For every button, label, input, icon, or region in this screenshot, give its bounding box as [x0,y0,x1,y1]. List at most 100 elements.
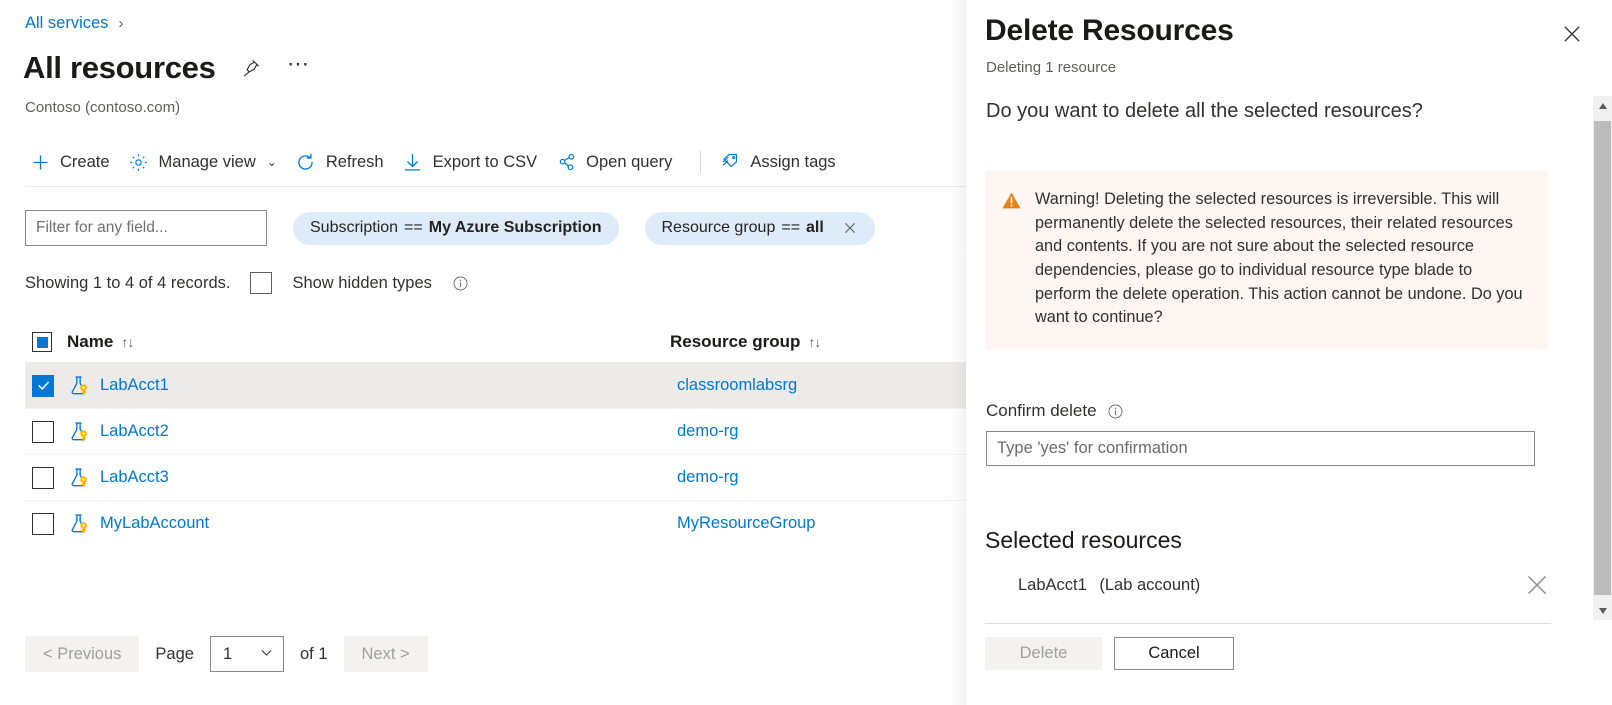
toolbar-divider-line [25,186,966,187]
toolbar-manage-view-button[interactable]: Manage view ⌄ [124,145,291,179]
info-icon[interactable] [1107,402,1125,420]
page-title: All resources [23,50,216,86]
command-toolbar: Create Manage view ⌄ Refres [25,140,850,184]
gear-icon [128,151,150,173]
toolbar-divider [700,151,701,173]
toolbar-refresh-label: Refresh [326,153,384,172]
select-all-checkbox[interactable] [32,332,52,352]
close-icon[interactable] [842,220,858,236]
table-row[interactable]: LabAcct3 demo-rg [25,454,966,500]
filter-pill-subscription[interactable]: Subscription == My Azure Subscription [293,212,619,245]
column-header-name[interactable]: Name ↑↓ [67,332,670,352]
delete-button[interactable]: Delete [985,637,1102,670]
filter-pill-subscription-field: Subscription [310,219,398,237]
column-header-name-label: Name [67,332,113,352]
resource-name-link[interactable]: LabAcct1 [100,376,169,395]
table-row[interactable]: LabAcct1 classroomlabsrg [25,362,966,408]
cell-name: LabAcct2 [67,420,677,443]
toolbar-assign-tags-label: Assign tags [750,153,835,172]
confirm-delete-input-wrap [986,431,987,466]
share-query-icon [555,151,577,173]
next-page-button[interactable]: Next > [344,636,428,672]
toolbar-export-csv-label: Export to CSV [433,153,538,172]
cell-name: MyLabAccount [67,512,677,535]
cell-name: LabAcct3 [67,466,677,489]
panel-footer-divider [985,623,1551,624]
column-header-resource-group[interactable]: Resource group ↑↓ [670,332,820,352]
resource-group-link[interactable]: demo-rg [677,422,738,441]
close-icon[interactable] [1558,20,1586,48]
resource-group-link[interactable]: MyResourceGroup [677,514,815,533]
filter-pill-resource-group-op: == [781,219,800,237]
filter-pill-resource-group-value: all [806,219,824,237]
resource-name-link[interactable]: LabAcct2 [100,422,169,441]
pin-icon[interactable] [238,55,264,81]
selected-resource-name: LabAcct1 (Lab account) [1018,576,1200,595]
table-row[interactable]: LabAcct2 demo-rg [25,408,966,454]
resource-name-link[interactable]: LabAcct3 [100,468,169,487]
panel-question: Do you want to delete all the selected r… [986,100,1423,123]
panel-subtitle: Deleting 1 resource [986,59,1116,76]
toolbar-assign-tags-button[interactable]: Assign tags [715,145,849,179]
more-options-icon[interactable]: ⋯ [286,55,312,81]
info-icon[interactable] [452,274,470,292]
panel-actions: Delete Cancel [985,637,1234,670]
toolbar-open-query-label: Open query [586,153,672,172]
toolbar-create-label: Create [60,153,110,172]
lab-account-icon [67,512,90,535]
resource-group-link[interactable]: demo-rg [677,468,738,487]
breadcrumb-all-services[interactable]: All services [25,14,108,33]
page-number-select[interactable]: 1 [210,636,284,672]
lab-account-icon [67,466,90,489]
records-summary: Showing 1 to 4 of 4 records. [25,274,230,293]
chevron-down-icon [259,645,274,663]
scroll-down-icon[interactable] [1593,601,1612,620]
remove-resource-icon[interactable] [1523,571,1551,599]
confirm-delete-input[interactable] [986,431,1535,466]
resource-group-link[interactable]: classroomlabsrg [677,376,797,395]
page-title-row: All resources ⋯ [23,50,312,86]
toolbar-create-button[interactable]: Create [25,145,124,179]
warning-icon [1001,190,1022,211]
pagination: < Previous Page 1 of 1 Next > [25,636,428,672]
search-input[interactable] [25,210,267,246]
selected-resource-item: LabAcct1 (Lab account) [985,571,1551,599]
panel-scrollbar[interactable] [1593,96,1612,620]
sort-icon: ↑↓ [808,334,820,350]
scrollbar-thumb[interactable] [1594,121,1611,595]
column-header-resource-group-label: Resource group [670,332,800,352]
resource-name-link[interactable]: MyLabAccount [100,514,209,533]
breadcrumb: All services › [25,14,123,33]
cell-name: LabAcct1 [67,374,677,397]
toolbar-open-query-button[interactable]: Open query [551,145,686,179]
scroll-up-icon[interactable] [1593,96,1612,115]
row-checkbox[interactable] [32,513,54,535]
previous-page-button[interactable]: < Previous [25,636,139,672]
filter-row: Subscription == My Azure Subscription Re… [25,210,875,246]
page-total-label: of 1 [300,645,328,664]
filter-pill-subscription-value: My Azure Subscription [429,219,602,237]
row-checkbox[interactable] [32,421,54,443]
row-checkbox[interactable] [32,467,54,489]
selected-resources-title: Selected resources [985,527,1182,554]
confirm-delete-label-row: Confirm delete [986,401,1125,421]
plus-icon [29,151,51,173]
resources-table: Name ↑↓ Resource group ↑↓ LabAcct1 [25,322,966,546]
toolbar-export-csv-button[interactable]: Export to CSV [398,145,552,179]
download-icon [402,151,424,173]
lab-account-icon [67,374,90,397]
page-subtitle: Contoso (contoso.com) [25,99,180,116]
selected-resource-name-text: LabAcct1 [1018,576,1087,594]
table-row[interactable]: MyLabAccount MyResourceGroup [25,500,966,546]
show-hidden-types-checkbox[interactable] [250,272,272,294]
lab-account-icon [67,420,90,443]
row-checkbox[interactable] [32,375,54,397]
sort-icon: ↑↓ [121,334,133,350]
panel-shadow [950,0,966,705]
cancel-button[interactable]: Cancel [1114,637,1234,670]
all-resources-blade: All services › All resources ⋯ Contoso (… [0,0,966,705]
filter-pill-resource-group[interactable]: Resource group == all [645,212,875,245]
toolbar-refresh-button[interactable]: Refresh [291,145,398,179]
show-hidden-types-label: Show hidden types [292,274,431,293]
tag-icon [719,151,741,173]
